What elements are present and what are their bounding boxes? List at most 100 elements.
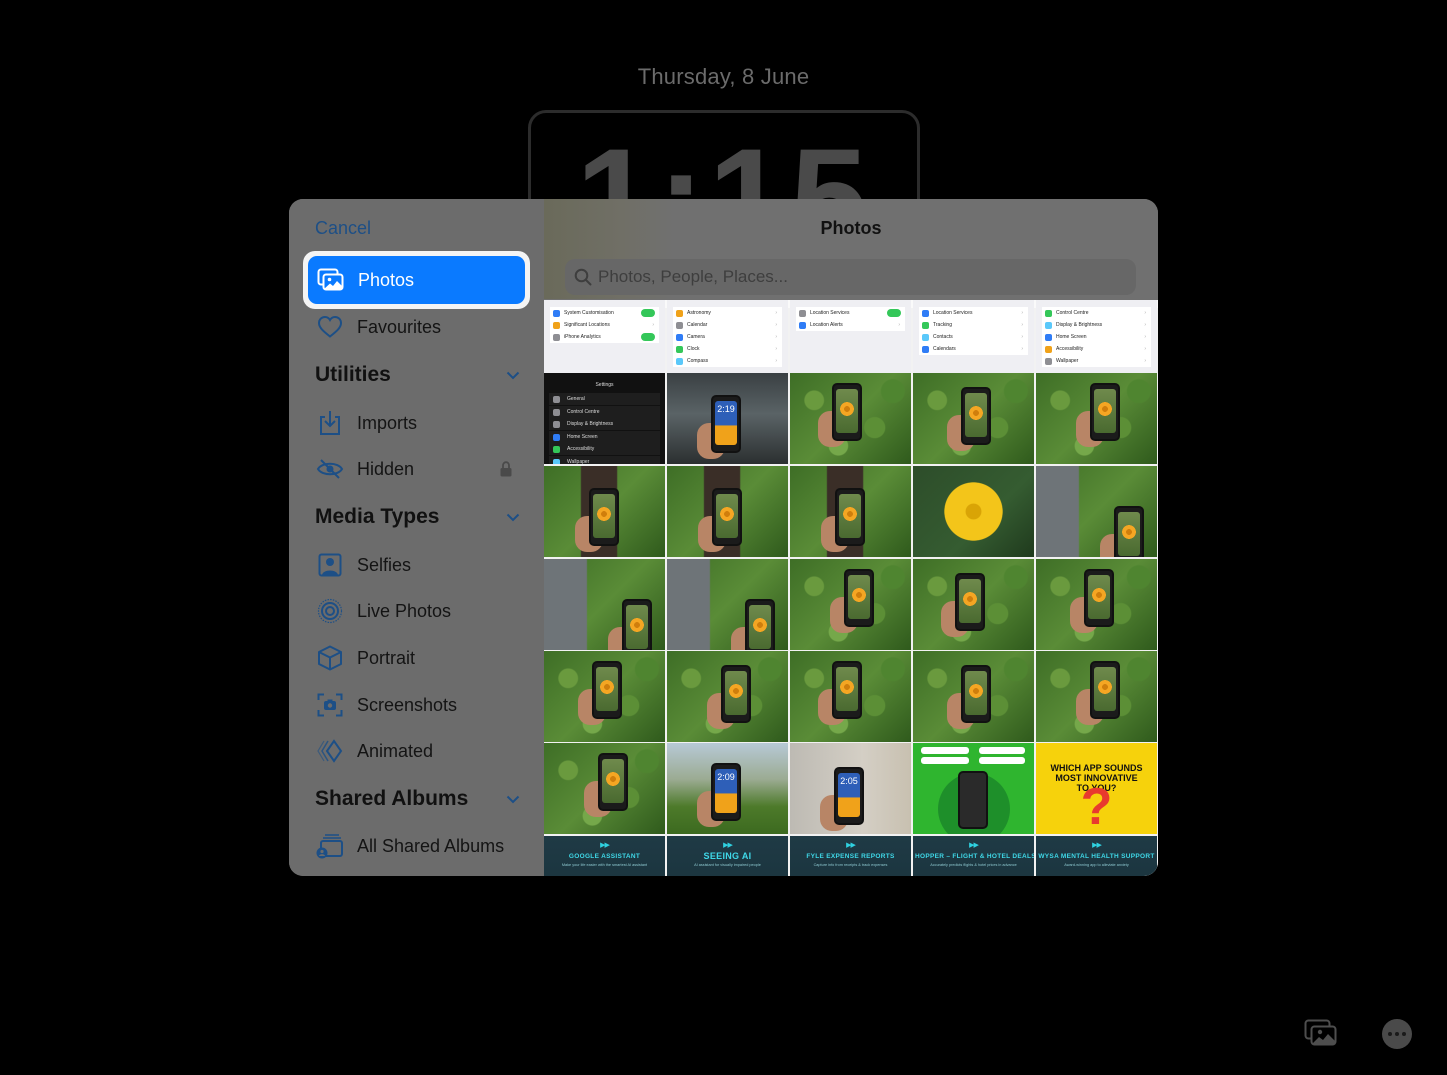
photo-thumbnail[interactable]: 2:19	[667, 373, 788, 464]
sidebar-item-hidden[interactable]: Hidden	[303, 446, 528, 492]
sidebar-item-animated[interactable]: Animated	[303, 728, 528, 774]
settings-row: Contacts ›	[919, 331, 1028, 343]
more-icon	[1387, 1032, 1408, 1036]
settings-row-icon	[922, 346, 929, 353]
sidebar-item-favourites[interactable]: Favourites	[303, 304, 528, 350]
photo-thumbnail[interactable]	[1036, 373, 1157, 464]
photo-thumbnail[interactable]	[913, 373, 1034, 464]
search-input[interactable]	[598, 267, 1118, 287]
phone	[589, 488, 619, 546]
toggle-on	[887, 309, 901, 317]
section-header-utilities[interactable]: Utilities	[315, 363, 520, 387]
photo-thumbnail[interactable]	[544, 651, 665, 742]
cancel-button[interactable]: Cancel	[315, 218, 371, 239]
search-field[interactable]	[565, 259, 1136, 295]
photo-thumbnail[interactable]: ▶▶ GOOGLE ASSISTANT Make your life easier …	[544, 836, 665, 876]
settings-row-icon	[922, 322, 929, 329]
photo-thumbnail[interactable]: Location Services Location Alerts ›	[790, 300, 911, 373]
sidebar-item-all-shared-albums[interactable]: All Shared Albums	[303, 823, 528, 869]
gallery-button[interactable]	[1303, 1017, 1339, 1049]
settings-row-label: Home Screen	[567, 433, 598, 440]
phone	[832, 661, 862, 719]
promo-subtitle: AI assistant for visually impaired peopl…	[694, 863, 761, 867]
photo-thumbnail[interactable]	[790, 559, 911, 650]
chevron-down-icon	[506, 513, 520, 521]
sidebar-item-portrait[interactable]: Portrait	[303, 635, 528, 681]
sidebar-item-imports[interactable]: Imports	[303, 400, 528, 446]
phone	[1090, 383, 1120, 441]
settings-row: Compass ›	[673, 355, 782, 367]
settings-row-label: Significant Locations	[564, 322, 610, 328]
photo-thumbnail[interactable]: WHICH APP SOUNDS MOST INNOVATIVE TO YOU?…	[1036, 743, 1157, 834]
photo-thumbnail[interactable]: Settings General Control Centre Display & B…	[544, 373, 665, 464]
sidebar-item-photos[interactable]: Photos	[303, 251, 530, 309]
photo-thumbnail[interactable]	[1036, 466, 1157, 557]
photo-thumbnail[interactable]	[1036, 651, 1157, 742]
photo-thumbnail[interactable]	[544, 466, 665, 557]
chevron-right-icon: ›	[1144, 310, 1146, 316]
settings-row-label: System Customisation	[564, 310, 614, 316]
photo-thumbnail[interactable]	[913, 466, 1034, 557]
sidebar-item-label: Hidden	[357, 458, 415, 479]
photo-thumbnail[interactable]: ▶▶ SEEING AI AI assistant for visually imp…	[667, 836, 788, 876]
photo-thumbnail[interactable]: Control Centre › Display & Brightness › Home…	[1036, 300, 1157, 373]
settings-row-icon	[553, 446, 560, 453]
photo-thumbnail[interactable]: 2:09	[667, 743, 788, 834]
promo-subtitle: Accurately predicts flights & hotel pric…	[930, 863, 1017, 867]
settings-row-label: General	[567, 396, 585, 402]
photo-thumbnail[interactable]	[544, 743, 665, 834]
toggle-on	[641, 333, 655, 341]
settings-row: Display & Brightness ›	[1042, 319, 1151, 331]
sidebar-item-live-photos[interactable]: Live Photos	[303, 588, 528, 634]
photo-thumbnail[interactable]	[913, 651, 1034, 742]
sidebar-item-screenshots[interactable]: Screenshots	[303, 682, 528, 728]
section-title: Utilities	[315, 363, 391, 386]
photo-thumbnail[interactable]	[544, 559, 665, 650]
photo-thumbnail[interactable]	[913, 559, 1034, 650]
section-header-shared-albums[interactable]: Shared Albums	[315, 787, 520, 811]
phone-time: 2:05	[840, 776, 858, 786]
photo-thumbnail[interactable]	[790, 466, 911, 557]
phone-time: 2:09	[717, 772, 735, 782]
lock-screen: Thursday, 8 June 1:15 Cancel Photos Favo…	[0, 0, 1447, 1075]
section-header-media-types[interactable]: Media Types	[315, 505, 520, 529]
photo-thumbnail[interactable]: ▶▶ WYSA MENTAL HEALTH SUPPORT Award-winnin…	[1036, 836, 1157, 876]
settings-row-icon	[676, 322, 683, 329]
photo-thumbnail[interactable]	[790, 373, 911, 464]
sidebar-item-selfies[interactable]: Selfies	[303, 542, 528, 588]
settings-row: Location Alerts ›	[796, 319, 905, 331]
photo-picker-sheet: Cancel Photos Favourites Utilities Impor…	[289, 199, 1158, 876]
photo-thumbnail[interactable]	[667, 559, 788, 650]
photo-thumbnail[interactable]: ▶▶ HOPPER – FLIGHT & HOTEL DEALS Accuratel…	[913, 836, 1034, 876]
animated-icon	[315, 736, 345, 766]
photo-thumbnail[interactable]	[913, 743, 1034, 834]
phone-time: 2:19	[717, 404, 735, 414]
imports-icon	[315, 408, 345, 438]
photo-thumbnail[interactable]	[790, 651, 911, 742]
settings-row: Calendar ›	[673, 319, 782, 331]
photo-thumbnail[interactable]: ▶▶ FYLE EXPENSE REPORTS Capture info from …	[790, 836, 911, 876]
settings-row-label: Wallpaper	[567, 458, 590, 465]
settings-row-icon	[676, 358, 683, 365]
phone	[592, 661, 622, 719]
chevron-right-icon: ›	[1021, 322, 1023, 328]
photo-thumbnail[interactable]	[667, 466, 788, 557]
picker-sidebar: Cancel Photos Favourites Utilities Impor…	[289, 199, 544, 876]
phone	[835, 488, 865, 546]
photo-thumbnail[interactable]	[667, 651, 788, 742]
photo-thumbnail[interactable]: System Customisation Significant Location…	[544, 300, 665, 373]
settings-row-label: Control Centre	[1056, 310, 1089, 316]
photo-thumbnail[interactable]: Astronomy › Calendar › Camera › Clock › Compass ›	[667, 300, 788, 373]
settings-row: Home Screen	[549, 430, 660, 443]
settings-row-icon	[1045, 334, 1052, 341]
photo-thumbnail[interactable]: Location Services › Tracking › Contacts › Cale…	[913, 300, 1034, 373]
settings-row-label: Contacts	[933, 334, 953, 340]
settings-row-icon	[553, 433, 560, 441]
photo-thumbnail[interactable]: 2:05	[790, 743, 911, 834]
more-button[interactable]	[1382, 1019, 1412, 1049]
settings-row-icon	[676, 334, 683, 341]
settings-row-icon	[553, 408, 560, 416]
phone	[745, 599, 775, 650]
fast-forward-icon: ▶▶	[846, 842, 856, 849]
photo-thumbnail[interactable]	[1036, 559, 1157, 650]
